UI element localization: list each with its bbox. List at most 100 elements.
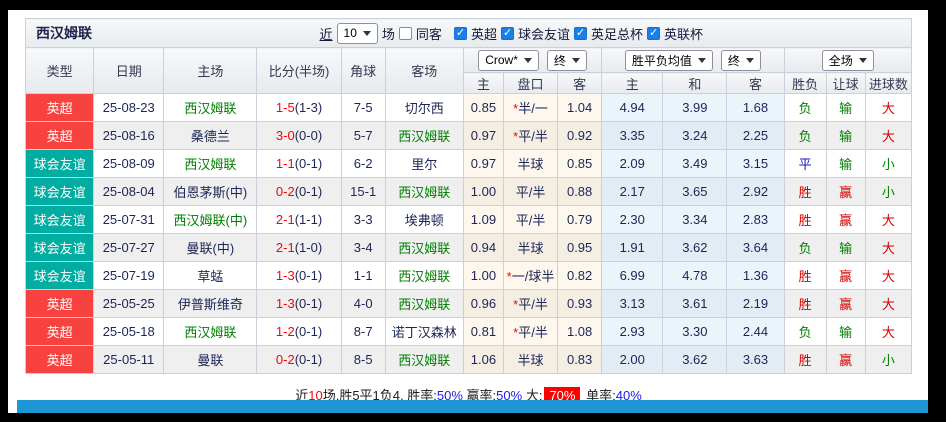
cell-handicap: *一/球半 [503, 262, 557, 290]
table-row: 球会友谊25-07-27曼联(中)2-1(1-0)3-4西汉姆联0.94半球0.… [26, 234, 912, 262]
cell-crow-home-odds: 0.97 [463, 122, 503, 150]
cell-goals-result: 大 [865, 206, 911, 234]
cell-date: 25-05-11 [94, 346, 164, 374]
table-row: 英超25-08-16桑德兰3-0(0-0)5-7西汉姆联0.97*平/半0.92… [26, 122, 912, 150]
halftime-score: (0-0) [295, 128, 322, 143]
cell-score: 3-0(0-0) [257, 122, 341, 150]
cell-score: 2-1(1-1) [257, 206, 341, 234]
league-checkbox-epl[interactable] [454, 27, 467, 40]
cell-match-type: 球会友谊 [26, 234, 94, 262]
cell-handicap-result: 赢 [826, 290, 865, 318]
stats-table: 西汉姆联 近 10 场 同客 [25, 18, 912, 374]
cell-avg-draw-odds: 3.34 [663, 206, 727, 234]
avg-stage-select[interactable]: 终 [721, 50, 761, 71]
cell-crow-away-odds: 0.85 [558, 150, 602, 178]
cell-wdl-result: 胜 [784, 206, 826, 234]
table-row: 球会友谊25-08-09西汉姆联1-1(0-1)6-2里尔0.97半球0.852… [26, 150, 912, 178]
cell-avg-draw-odds: 3.30 [663, 318, 727, 346]
cell-home-team: 桑德兰 [164, 122, 257, 150]
cell-goals-result: 小 [865, 346, 911, 374]
sub-header-handicap: 盘口 [503, 73, 557, 94]
league-checkbox-friendly[interactable] [501, 27, 514, 40]
cell-handicap-result: 赢 [826, 178, 865, 206]
cell-wdl-result: 胜 [784, 346, 826, 374]
table-row: 球会友谊25-08-04伯恩茅斯(中)0-2(0-1)15-1西汉姆联1.00平… [26, 178, 912, 206]
cell-wdl-result: 负 [784, 318, 826, 346]
cell-avg-draw-odds: 3.62 [663, 234, 727, 262]
table-row: 英超25-05-18西汉姆联1-2(0-1)8-7诺丁汉森林0.81*平/半1.… [26, 318, 912, 346]
cell-avg-draw-odds: 4.78 [663, 262, 727, 290]
cell-avg-draw-odds: 3.99 [663, 94, 727, 122]
games-label: 场 [382, 24, 395, 43]
league-checkbox-facup[interactable] [574, 27, 587, 40]
sub-header-crow-home: 主 [463, 73, 503, 94]
halftime-score: (0-1) [295, 296, 322, 311]
cell-wdl-result: 胜 [784, 178, 826, 206]
cell-crow-away-odds: 0.92 [558, 122, 602, 150]
cell-handicap-result: 赢 [826, 262, 865, 290]
cell-handicap-result: 输 [826, 94, 865, 122]
star-marker: * [513, 101, 518, 116]
bookmaker-select[interactable]: Crow* [478, 50, 539, 71]
table-row: 球会友谊25-07-31西汉姆联(中)2-1(1-1)3-3埃弗顿1.09平/半… [26, 206, 912, 234]
fulltime-score: 1-3 [276, 296, 295, 311]
cell-handicap-result: 赢 [826, 206, 865, 234]
table-body: 英超25-08-23西汉姆联1-5(1-3)7-5切尔西0.85*半/一1.04… [26, 94, 912, 374]
cell-corners: 8-5 [341, 346, 385, 374]
cell-corners: 8-7 [341, 318, 385, 346]
league-label-epl: 英超 [471, 24, 497, 43]
near-count-select[interactable]: 10 [337, 23, 378, 44]
halftime-score: (0-1) [295, 324, 322, 339]
chevron-down-icon [746, 58, 754, 67]
sub-header-cover: 让球 [826, 73, 865, 94]
cell-avg-home-odds: 3.13 [602, 290, 663, 318]
cell-crow-away-odds: 0.88 [558, 178, 602, 206]
cell-avg-away-odds: 3.63 [727, 346, 784, 374]
cell-wdl-result: 负 [784, 234, 826, 262]
halftime-score: (0-1) [295, 352, 322, 367]
fulltime-score: 2-1 [276, 212, 295, 227]
filter-bar: 近 10 场 同客 英超 [320, 23, 703, 44]
cell-score: 0-2(0-1) [257, 346, 341, 374]
cell-crow-away-odds: 0.82 [558, 262, 602, 290]
table-row: 英超25-08-23西汉姆联1-5(1-3)7-5切尔西0.85*半/一1.04… [26, 94, 912, 122]
cell-crow-home-odds: 1.09 [463, 206, 503, 234]
cell-home-team: 伯恩茅斯(中) [164, 178, 257, 206]
bottom-bar [17, 400, 928, 413]
cell-handicap-result: 输 [826, 234, 865, 262]
chevron-down-icon [572, 58, 580, 67]
avg-odds-select[interactable]: 胜平负均值 [625, 50, 713, 71]
near-link[interactable]: 近 [320, 24, 333, 43]
cell-date: 25-08-09 [94, 150, 164, 178]
cell-avg-home-odds: 2.30 [602, 206, 663, 234]
cell-handicap: *半/一 [503, 94, 557, 122]
cell-match-type: 球会友谊 [26, 150, 94, 178]
cell-corners: 5-7 [341, 122, 385, 150]
cell-handicap-result: 输 [826, 318, 865, 346]
cell-avg-away-odds: 2.19 [727, 290, 784, 318]
cell-home-team: 曼联 [164, 346, 257, 374]
cell-away-team: 切尔西 [385, 94, 463, 122]
halftime-score: (0-1) [295, 156, 322, 171]
cell-score: 1-3(0-1) [257, 262, 341, 290]
cell-away-team: 西汉姆联 [385, 234, 463, 262]
league-checkbox-eflcup[interactable] [647, 27, 660, 40]
cell-corners: 7-5 [341, 94, 385, 122]
same-away-checkbox[interactable] [399, 27, 412, 40]
cell-corners: 4-0 [341, 290, 385, 318]
cell-home-team: 西汉姆联 [164, 94, 257, 122]
odds-stage-select[interactable]: 终 [547, 50, 587, 71]
cell-match-type: 英超 [26, 318, 94, 346]
scope-select[interactable]: 全场 [822, 50, 874, 71]
cell-wdl-result: 平 [784, 150, 826, 178]
cell-corners: 3-3 [341, 206, 385, 234]
fulltime-score: 1-2 [276, 324, 295, 339]
cell-date: 25-05-18 [94, 318, 164, 346]
cell-match-type: 球会友谊 [26, 262, 94, 290]
cell-avg-away-odds: 2.44 [727, 318, 784, 346]
cell-wdl-result: 胜 [784, 262, 826, 290]
cell-date: 25-07-27 [94, 234, 164, 262]
cell-handicap-result: 赢 [826, 346, 865, 374]
cell-goals-result: 小 [865, 150, 911, 178]
fulltime-score: 3-0 [276, 128, 295, 143]
